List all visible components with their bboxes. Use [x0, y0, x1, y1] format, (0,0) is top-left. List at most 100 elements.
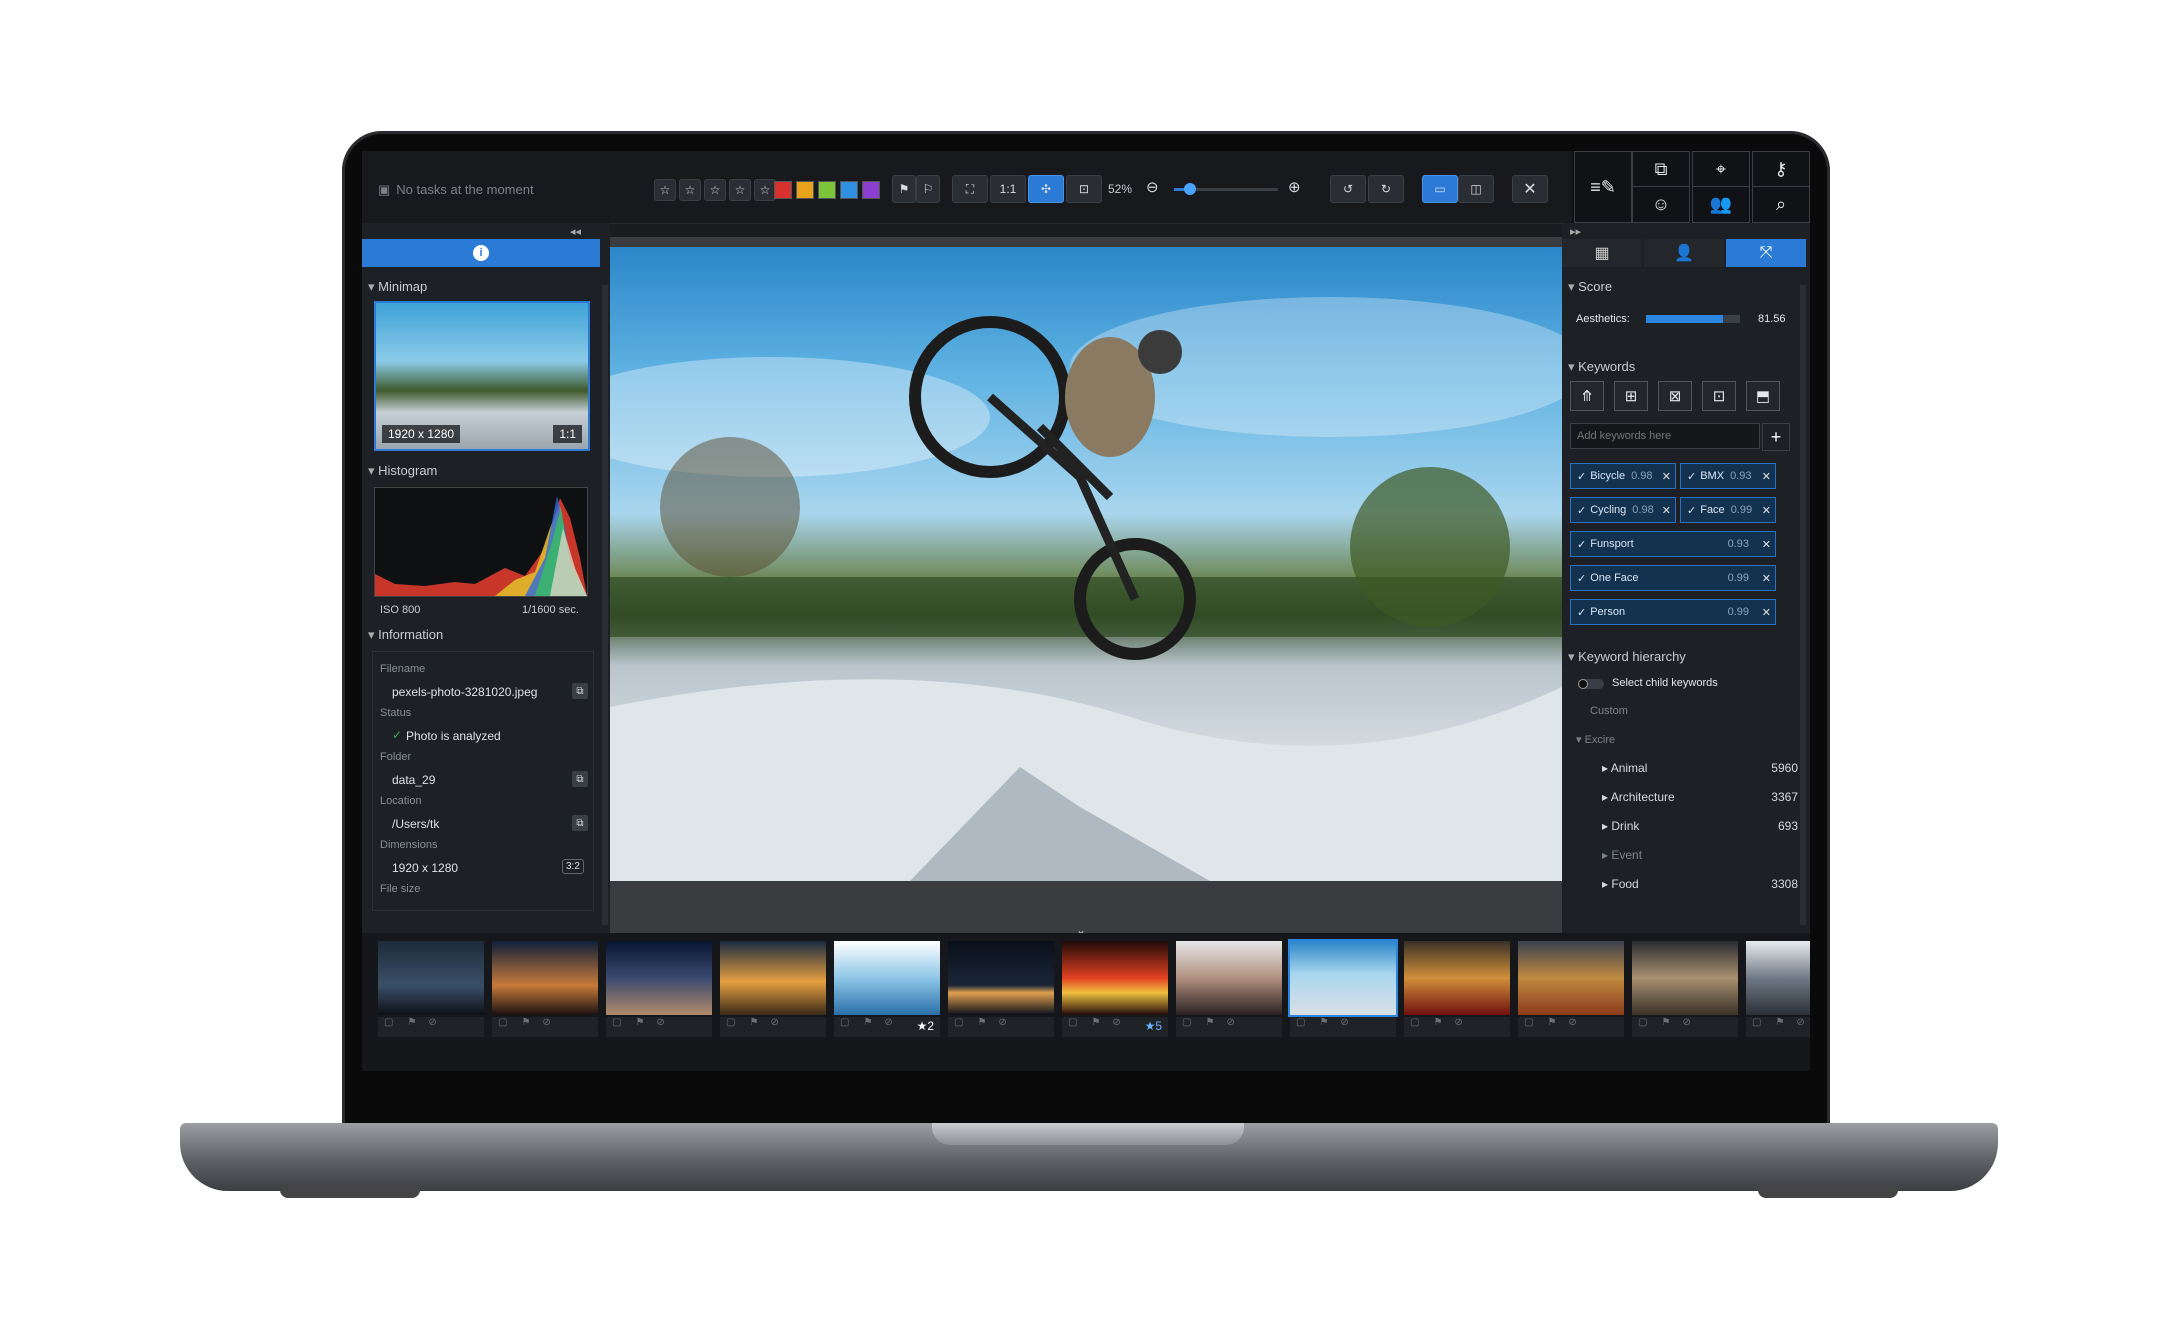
filmstrip-thumbnail[interactable] [1176, 941, 1282, 1015]
keywords-input[interactable] [1570, 423, 1760, 449]
checkbox-icon[interactable]: ▢ [1752, 1017, 1761, 1028]
flag-pick-icon[interactable]: ⚐ [916, 175, 940, 203]
remove-icon[interactable]: ✕ [1762, 538, 1771, 551]
expand-icon[interactable]: ▸ [1602, 790, 1611, 804]
hierarchy-title[interactable]: Keyword hierarchy [1568, 649, 1686, 665]
color-label-swatch[interactable] [840, 181, 858, 199]
flag-icon[interactable]: ⚑ [407, 1017, 416, 1028]
score-title[interactable]: Score [1568, 279, 1612, 295]
keyword-chip[interactable]: ✓ Cycling 0.98 ✕ [1570, 497, 1676, 523]
keyword-chip[interactable]: ✓ One Face 0.99 ✕ [1570, 565, 1776, 591]
reject-icon[interactable]: ⊘ [1454, 1017, 1462, 1028]
filmstrip-thumbnail[interactable] [378, 941, 484, 1015]
information-title[interactable]: Information [368, 627, 443, 643]
close-icon[interactable]: ✕ [1512, 175, 1548, 203]
checkbox-icon[interactable]: ▢ [498, 1017, 507, 1028]
export-icon[interactable]: ⊡ [1702, 381, 1736, 411]
reject-icon[interactable]: ⊘ [1340, 1017, 1348, 1028]
filmstrip-thumbnail[interactable] [1062, 941, 1168, 1015]
search-icon[interactable]: ⌕ [1752, 186, 1810, 223]
flag-icon[interactable]: ⚑ [977, 1017, 986, 1028]
rotate-right-icon[interactable]: ↻ [1368, 175, 1404, 203]
checkbox-icon[interactable]: ▢ [954, 1017, 963, 1028]
color-label-swatch[interactable] [774, 181, 792, 199]
tree-item[interactable]: ▸ Event [1602, 848, 1798, 862]
reject-icon[interactable]: ⊘ [428, 1017, 436, 1028]
keywords-title[interactable]: Keywords [1568, 359, 1635, 375]
checkbox-icon[interactable]: ▢ [1638, 1017, 1647, 1028]
minimap-thumbnail[interactable]: 1920 x 1280 1:1 [374, 301, 590, 451]
excire-label[interactable]: ▾ Excire [1576, 733, 1615, 746]
flag-reject-icon[interactable]: ⚑ [892, 175, 916, 203]
flag-icon[interactable]: ⚑ [749, 1017, 758, 1028]
star-icon[interactable]: ☆ [679, 179, 701, 201]
checkbox-icon[interactable]: ▢ [1296, 1017, 1305, 1028]
copy-icon[interactable]: ⧉ [572, 815, 588, 831]
tab-info[interactable]: i [362, 239, 600, 267]
star-icon[interactable]: ☆ [654, 179, 676, 201]
custom-label[interactable]: Custom [1590, 705, 1628, 717]
deselect-icon[interactable]: ⊠ [1658, 381, 1692, 411]
flag-icon[interactable]: ⚑ [1205, 1017, 1214, 1028]
zoom-in-icon[interactable]: ⊕ [1288, 178, 1301, 196]
checkbox-icon[interactable]: ▢ [1068, 1017, 1077, 1028]
filmstrip-thumbnail[interactable] [1518, 941, 1624, 1015]
zoom-slider-handle[interactable] [1183, 183, 1196, 195]
expand-icon[interactable]: ▸ [1602, 877, 1611, 891]
reject-icon[interactable]: ⊘ [542, 1017, 550, 1028]
filmstrip-thumbnail[interactable] [606, 941, 712, 1015]
main-photo[interactable] [610, 247, 1562, 881]
copy-icon[interactable]: ⧉ [572, 683, 588, 699]
import-icon[interactable]: ⬒ [1746, 381, 1780, 411]
remove-icon[interactable]: ✕ [1762, 504, 1771, 517]
duplicates-icon[interactable]: ⧉ [1632, 151, 1690, 188]
single-view-icon[interactable]: ▭ [1422, 175, 1458, 203]
filmstrip-thumbnail[interactable] [492, 941, 598, 1015]
zoom-slider[interactable] [1174, 183, 1278, 195]
select-child-toggle[interactable] [1578, 679, 1604, 689]
minimap-title[interactable]: Minimap [368, 279, 427, 295]
zoom-1to1-button[interactable]: 1:1 [990, 175, 1026, 203]
people-icon[interactable]: 👥 [1692, 186, 1750, 223]
filmstrip-thumbnail[interactable] [948, 941, 1054, 1015]
keyword-chip[interactable]: ✓ BMX 0.93 ✕ [1680, 463, 1776, 489]
tree-item[interactable]: ▸ Drink 693 [1602, 819, 1798, 833]
fill-icon[interactable]: ⊡ [1066, 175, 1102, 203]
tab-person[interactable]: 👤 [1644, 239, 1724, 267]
reject-icon[interactable]: ⊘ [1682, 1017, 1690, 1028]
flag-icon[interactable]: ⚑ [863, 1017, 872, 1028]
expand-icon[interactable]: ▸ [1602, 819, 1611, 833]
remove-icon[interactable]: ✕ [1662, 470, 1671, 483]
keyword-chip[interactable]: ✓ Person 0.99 ✕ [1570, 599, 1776, 625]
copy-icon[interactable]: ⧉ [572, 771, 588, 787]
color-label-swatch[interactable] [818, 181, 836, 199]
star-icon[interactable]: ☆ [729, 179, 751, 201]
histogram-title[interactable]: Histogram [368, 463, 437, 479]
select-all-icon[interactable]: ⊞ [1614, 381, 1648, 411]
collapse-left-icon[interactable]: ◂◂ [570, 225, 581, 238]
filmstrip-thumbnail[interactable] [1288, 939, 1398, 1017]
reject-icon[interactable]: ⊘ [770, 1017, 778, 1028]
expand-icon[interactable]: ▸ [1602, 848, 1611, 862]
remove-icon[interactable]: ✕ [1762, 470, 1771, 483]
star-rating[interactable]: ☆ ☆ ☆ ☆ ☆ [654, 179, 776, 201]
checkbox-icon[interactable]: ▢ [840, 1017, 849, 1028]
filmstrip-thumbnail[interactable] [834, 941, 940, 1015]
flag-icon[interactable]: ⚑ [521, 1017, 530, 1028]
reject-icon[interactable]: ⊘ [1226, 1017, 1234, 1028]
star-icon[interactable]: ☆ [754, 179, 776, 201]
collapse-right-icon[interactable]: ▸▸ [1570, 225, 1581, 238]
zoom-out-icon[interactable]: ⊖ [1146, 178, 1159, 196]
expand-icon[interactable]: ▸ [1602, 761, 1611, 775]
checkbox-icon[interactable]: ▢ [1410, 1017, 1419, 1028]
reject-icon[interactable]: ⊘ [1568, 1017, 1576, 1028]
flag-icon[interactable]: ⚑ [1661, 1017, 1670, 1028]
tab-ai[interactable]: ⤧ [1726, 239, 1806, 267]
fit-icon[interactable]: ✣ [1028, 175, 1064, 203]
color-label-swatch[interactable] [862, 181, 880, 199]
filmstrip-thumbnail[interactable] [1404, 941, 1510, 1015]
person-detect-icon[interactable]: ⤊ [1570, 381, 1604, 411]
key-icon[interactable]: ⚷ [1752, 151, 1810, 188]
keyword-chip[interactable]: ✓ Face 0.99 ✕ [1680, 497, 1776, 523]
flag-icon[interactable]: ⚑ [1091, 1017, 1100, 1028]
